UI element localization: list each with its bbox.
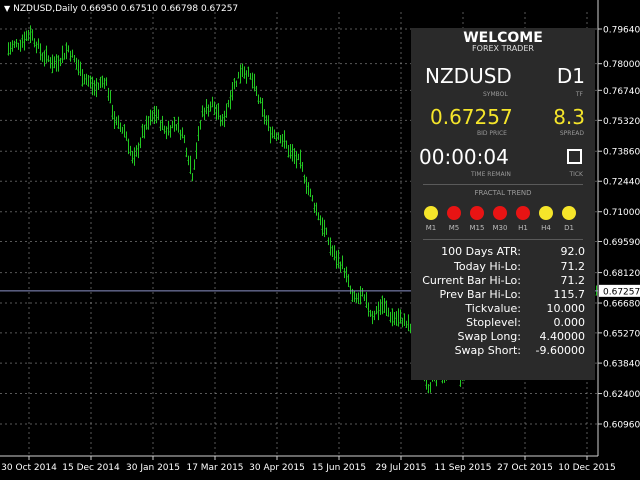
fractal-indicator-h1 — [516, 206, 530, 220]
price-axis-label: 0.71000 — [603, 208, 640, 218]
dropdown-arrow-icon[interactable]: ▼ — [4, 4, 10, 13]
tickvalue-value: 10.000 — [546, 302, 586, 315]
fractal-label-h1: H1 — [518, 224, 528, 232]
fractal-label-m5: M5 — [448, 224, 460, 232]
price-axis-label: 0.79640 — [603, 26, 640, 36]
time-axis-label: 11 Sep 2015 — [434, 463, 491, 473]
price-axis-label: 0.72440 — [603, 178, 640, 188]
symbol-caption: SYMBOL — [483, 91, 508, 98]
swap-long-label: Swap Long: — [457, 330, 521, 343]
stoplevel-label: Stoplevel: — [466, 316, 521, 329]
symbol-value: NZDUSD — [425, 64, 512, 88]
today-hilo-label: Today Hi-Lo: — [454, 260, 521, 273]
time-remain-value: 00:00:04 — [419, 145, 509, 169]
time-axis-label: 27 Oct 2015 — [497, 463, 553, 473]
swap-short-value: -9.60000 — [535, 344, 585, 357]
prev-bar-hilo-value: 115.7 — [553, 288, 586, 301]
time-axis-label: 15 Dec 2014 — [62, 463, 120, 473]
tickvalue-label: Tickvalue: — [465, 302, 521, 315]
time-axis-label: 10 Dec 2015 — [558, 463, 616, 473]
current-bar-hilo-value: 71.2 — [560, 274, 586, 287]
time-axis-label: 17 Mar 2015 — [186, 463, 243, 473]
price-axis-label: 0.73860 — [603, 148, 640, 158]
timeframe-caption: TF — [575, 91, 583, 98]
swap-long-value: 4.40000 — [539, 330, 586, 343]
price-axis-label: 0.66680 — [603, 300, 640, 310]
today-hilo-value: 71.2 — [560, 260, 586, 273]
swap-short-label: Swap Short: — [454, 344, 521, 357]
panel-subtitle: FOREX TRADER — [472, 44, 534, 53]
fractal-indicator-m30 — [493, 206, 507, 220]
timeframe-value: D1 — [556, 64, 585, 88]
price-axis-label: 0.60960 — [603, 421, 640, 431]
stoplevel-value: 0.000 — [553, 316, 586, 329]
fractal-label-m15: M15 — [469, 224, 485, 232]
symbol-ohlc-text: NZDUSD,Daily 0.66950 0.67510 0.66798 0.6… — [13, 4, 239, 14]
spread-caption: SPREAD — [559, 130, 584, 137]
prev-bar-hilo-label: Prev Bar Hi-Lo: — [439, 288, 521, 301]
divider-bottom — [423, 239, 583, 240]
trading-terminal: 0.79640 0.78000 0.76740 0.75320 0.73860 0.724… — [0, 0, 640, 480]
time-axis-label: 15 Jun 2015 — [312, 463, 366, 473]
fractal-indicator-m5 — [447, 206, 461, 220]
time-axis-label: 29 Jul 2015 — [376, 463, 427, 473]
price-axis-label: 0.63840 — [603, 360, 640, 370]
divider-top — [423, 184, 583, 185]
current-price-axis-label: 0.67257 — [603, 287, 640, 297]
fractal-indicator-h4 — [539, 206, 553, 220]
fractal-indicator-m15 — [470, 206, 484, 220]
price-axis-label: 0.76740 — [603, 87, 640, 97]
price-axis-label: 0.68120 — [603, 269, 640, 279]
time-axis-label: 30 Oct 2014 — [1, 463, 57, 473]
current-bar-hilo-label: Current Bar Hi-Lo: — [422, 274, 521, 287]
price-axis-label: 0.78000 — [603, 60, 640, 70]
fractal-label-m1: M1 — [425, 224, 437, 232]
atr-value: 92.0 — [560, 245, 586, 258]
price-axis-label: 0.75320 — [603, 117, 640, 127]
fractal-indicator-d1 — [562, 206, 576, 220]
fractal-label-d1: D1 — [564, 224, 574, 232]
price-axis-label: 0.65270 — [603, 329, 640, 339]
tick-checkbox[interactable] — [567, 149, 582, 164]
fractal-indicator-m1 — [424, 206, 438, 220]
fractal-label-h4: H4 — [541, 224, 551, 232]
time-remain-caption: TIME REMAIN — [471, 171, 511, 178]
bid-price-value: 0.67257 — [430, 105, 513, 129]
chart-symbol-header: ▼ NZDUSD,Daily 0.66950 0.67510 0.66798 0.… — [4, 4, 238, 14]
bid-price-caption: BID PRICE — [477, 130, 507, 137]
time-axis-label: 30 Jan 2015 — [126, 463, 180, 473]
fractal-label-m30: M30 — [492, 224, 508, 232]
atr-label: 100 Days ATR: — [441, 245, 521, 258]
fractal-trend-title: FRACTAL TREND — [474, 189, 532, 197]
spread-value: 8.3 — [553, 105, 585, 129]
forex-trader-panel: WELCOME FOREX TRADER NZDUSD SYMBOL D1 TF… — [411, 28, 595, 380]
price-axis-label: 0.69590 — [603, 238, 640, 248]
price-axis-label: 0.62400 — [603, 390, 640, 400]
time-axis-label: 30 Apr 2015 — [249, 463, 305, 473]
tick-caption: TICK — [569, 171, 583, 178]
